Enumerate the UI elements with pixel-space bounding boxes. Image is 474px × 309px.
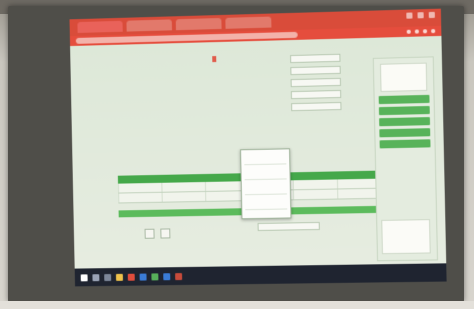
form-input[interactable]	[290, 77, 341, 87]
browser-tab[interactable]	[175, 17, 222, 31]
browser-tab[interactable]	[77, 20, 123, 33]
table-cell	[161, 191, 206, 202]
table-cell	[118, 192, 162, 203]
form-row	[218, 64, 369, 77]
action-buttons	[144, 228, 171, 239]
form-area	[218, 52, 370, 116]
form-row	[218, 52, 369, 65]
floor	[0, 301, 474, 309]
table-cell	[161, 181, 206, 192]
form-row	[219, 100, 370, 113]
window-controls	[406, 11, 435, 19]
browser-tab[interactable]	[225, 16, 272, 29]
action-button[interactable]	[160, 228, 171, 239]
windows-start-icon[interactable]	[80, 273, 88, 281]
sidebar	[372, 56, 439, 262]
form-row	[219, 88, 370, 101]
browser-icon[interactable]	[127, 273, 135, 281]
form-input[interactable]	[290, 89, 342, 99]
close-icon[interactable]	[428, 11, 435, 19]
dropdown-item[interactable]	[244, 181, 287, 196]
table-cell	[118, 182, 162, 193]
file-explorer-icon[interactable]	[115, 273, 123, 281]
form-label	[345, 81, 369, 82]
web-page	[70, 35, 447, 269]
browser-toolbar	[406, 29, 436, 34]
sidebar-button[interactable]	[378, 94, 430, 105]
projection-surface	[8, 6, 464, 302]
form-input[interactable]	[290, 65, 341, 75]
form-label	[345, 105, 369, 106]
search-icon[interactable]	[92, 273, 100, 281]
extension-icon[interactable]	[414, 29, 419, 34]
extension-icon[interactable]	[406, 29, 411, 34]
dropdown-item[interactable]	[245, 196, 288, 211]
app-icon[interactable]	[175, 272, 183, 280]
text-input[interactable]	[257, 221, 320, 231]
sidebar-button[interactable]	[379, 117, 431, 127]
form-row	[219, 76, 370, 89]
action-button[interactable]	[144, 228, 155, 239]
form-input[interactable]	[290, 53, 341, 63]
sidebar-button[interactable]	[379, 128, 431, 138]
menu-icon[interactable]	[431, 29, 436, 34]
sidebar-button[interactable]	[378, 105, 430, 116]
task-view-icon[interactable]	[104, 273, 112, 281]
minimize-icon[interactable]	[406, 12, 413, 19]
status-badge	[212, 56, 217, 63]
room-background	[0, 0, 474, 309]
projected-screen	[69, 8, 447, 287]
form-label	[344, 57, 368, 58]
browser-tab[interactable]	[126, 19, 173, 32]
dropdown-item[interactable]	[244, 151, 287, 166]
extension-icon[interactable]	[422, 29, 428, 34]
dropdown-menu	[240, 148, 292, 220]
sidebar-logo	[379, 62, 428, 92]
app-icon[interactable]	[163, 272, 171, 280]
form-label	[345, 93, 369, 94]
maximize-icon[interactable]	[417, 12, 424, 19]
table-cell	[292, 189, 338, 200]
table-cell	[292, 179, 338, 190]
sidebar-button[interactable]	[379, 139, 431, 149]
form-input[interactable]	[291, 101, 342, 111]
app-icon[interactable]	[139, 273, 147, 281]
dropdown-item[interactable]	[244, 166, 287, 181]
sidebar-note	[381, 219, 431, 255]
form-label	[345, 69, 369, 70]
app-icon[interactable]	[151, 272, 159, 280]
